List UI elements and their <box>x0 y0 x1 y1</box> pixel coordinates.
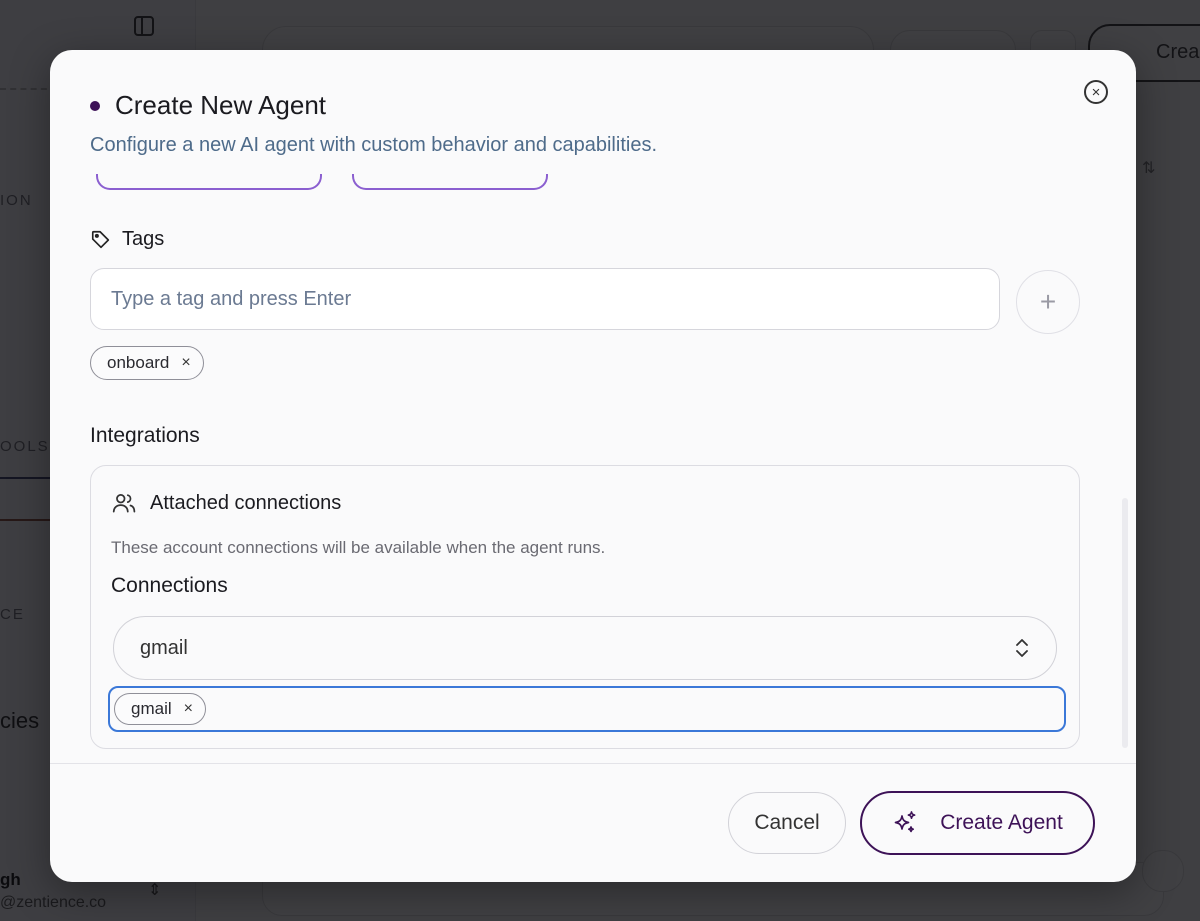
connection-chip: gmail × <box>114 693 206 725</box>
chevron-up-down-icon <box>1016 639 1028 657</box>
connections-select[interactable]: gmail <box>113 616 1057 680</box>
create-agent-modal: Create New Agent Configure a new AI agen… <box>50 50 1136 882</box>
users-icon <box>112 494 136 513</box>
plus-icon: + <box>1039 286 1057 317</box>
attached-connections-description: These account connections will be availa… <box>111 538 606 557</box>
scrolled-option-pill[interactable] <box>352 174 548 190</box>
footer-divider <box>50 763 1136 764</box>
modal-subtitle: Configure a new AI agent with custom beh… <box>90 134 658 156</box>
add-tag-button[interactable]: + <box>1016 270 1080 334</box>
connections-select-value: gmail <box>140 636 188 659</box>
close-icon[interactable]: × <box>1084 80 1108 104</box>
cancel-button[interactable]: Cancel <box>728 792 846 854</box>
integrations-label: Integrations <box>90 424 200 447</box>
attached-connections-title: Attached connections <box>150 491 342 514</box>
status-dot-icon <box>90 100 100 111</box>
scrolled-option-pill[interactable] <box>96 174 322 190</box>
attached-connections-header: Attached connections <box>111 490 341 516</box>
tags-label-row: Tags <box>90 228 164 251</box>
connection-chip-label: gmail <box>131 699 172 718</box>
tag-chip: onboard × <box>90 346 204 380</box>
integrations-panel: Attached connections These account conne… <box>90 465 1080 749</box>
tag-input[interactable] <box>90 268 1000 330</box>
tags-label: Tags <box>122 228 165 250</box>
remove-tag-icon[interactable]: × <box>181 354 190 372</box>
remove-connection-icon[interactable]: × <box>184 700 193 718</box>
connections-label: Connections <box>111 574 228 597</box>
create-agent-button[interactable]: Create Agent <box>860 791 1095 855</box>
create-agent-label: Create Agent <box>940 811 1063 834</box>
modal-scrollbar[interactable] <box>1122 498 1128 748</box>
sparkles-icon <box>894 811 916 833</box>
modal-header: Create New Agent <box>90 90 326 121</box>
modal-title: Create New Agent <box>115 90 327 120</box>
tag-icon <box>91 230 110 248</box>
selected-connections-area[interactable]: gmail × <box>108 686 1066 732</box>
tag-chip-label: onboard <box>107 353 170 372</box>
